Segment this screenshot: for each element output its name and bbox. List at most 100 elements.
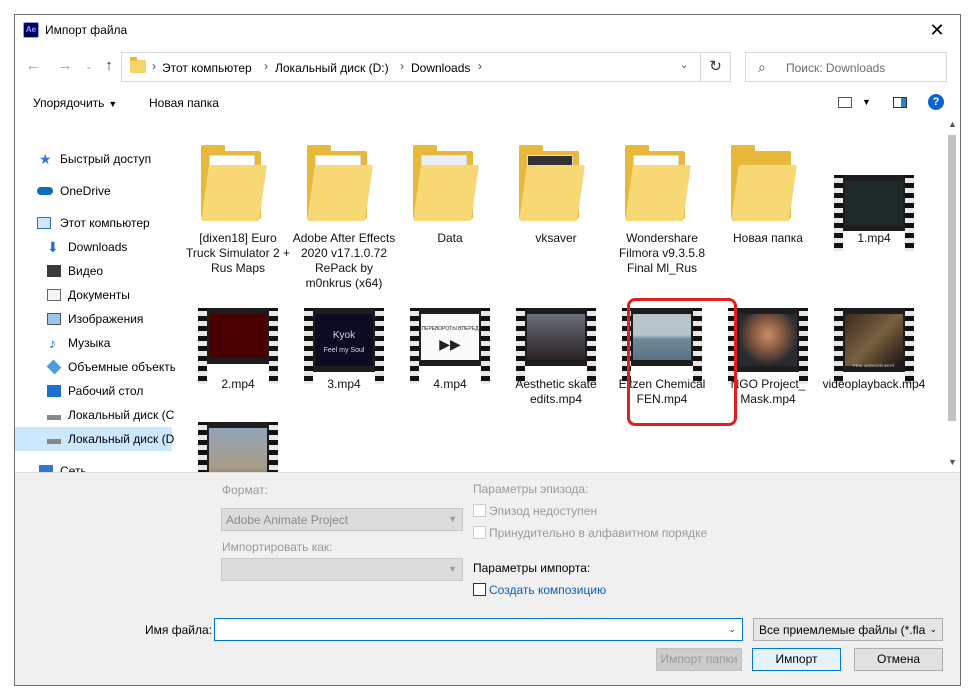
dialog-title: Импорт файла [45,23,128,37]
file-item[interactable]: Data [397,137,503,287]
forward-arrow-icon[interactable]: → [55,57,75,75]
view-mode-icon[interactable] [838,97,852,108]
search-icon: ⌕ [758,59,766,75]
folder-icon [519,143,591,225]
drive-icon [47,415,61,420]
file-item[interactable] [185,417,291,472]
cube-icon [46,359,62,375]
file-item[interactable]: РЕЖ. АЛЕКСЕЙ ФЕНТ videoplayback.mp4 [821,303,927,413]
video-thumbnail: Kyok Feel my Soul [304,308,384,384]
video-thumbnail [198,422,278,472]
filename-input[interactable]: ⌄ [214,618,743,641]
star-icon: ★ [39,151,52,167]
drive-icon [47,439,61,444]
search-placeholder: Поиск: Downloads [786,61,886,75]
breadcrumb-this-pc[interactable]: Этот компьютер [162,61,252,75]
chevron-down-icon: ▼ [448,564,457,574]
up-arrow-icon[interactable]: ↑ [99,57,119,75]
navigation-bar: ← → ⌄ ↑ › Этот компьютер › Локальный дис… [15,45,960,85]
sidebar-item-video[interactable]: Видео [15,259,172,283]
format-select[interactable]: Adobe Animate Project ▼ [221,508,463,531]
preview-pane-icon[interactable] [893,97,907,108]
file-item[interactable]: vksaver [503,137,609,287]
sidebar-item-images[interactable]: Изображения [15,307,172,331]
music-icon: ♪ [49,335,56,351]
scrollbar[interactable]: ▲ ▼ [945,117,960,472]
breadcrumb-downloads[interactable]: Downloads [411,61,470,75]
sidebar-item-onedrive[interactable]: OneDrive [15,179,172,203]
sidebar-item-quick-access[interactable]: ★ Быстрый доступ [15,147,172,171]
episode-unavailable-checkbox[interactable] [473,504,486,517]
file-item[interactable]: ПЕРЕВОРОТЫ ВПЕРЕД ▶▶ 4.mp4 [397,303,503,413]
video-thumbnail [516,308,596,384]
file-item[interactable]: 1.mp4 [821,137,927,287]
import-folder-button[interactable]: Импорт папки [656,648,742,671]
sidebar-item-downloads[interactable]: ⬇ Downloads [15,235,172,259]
episode-unavailable-label: Эпизод недоступен [489,504,598,518]
chevron-right-icon[interactable]: › [264,59,268,73]
folder-icon [731,143,803,225]
chevron-down-icon[interactable]: ⌄ [728,624,736,635]
file-item[interactable]: [dixen18] Euro Truck Simulator 2 + Rus M… [185,137,291,287]
file-item[interactable]: Wondershare Filmora v9.3.5.8 Final Ml_Ru… [609,137,715,287]
file-item[interactable]: 2.mp4 [185,303,291,413]
chevron-down-icon: ▼ [448,514,457,524]
force-alphabetical-label: Принудительно в алфавитном порядке [489,526,708,540]
chevron-right-icon[interactable]: › [400,59,404,73]
close-button[interactable]: ✕ [914,15,960,45]
search-input[interactable]: ⌕ Поиск: Downloads [745,52,947,82]
chevron-up-icon[interactable]: ▲ [948,119,957,129]
image-icon [47,313,61,325]
title-bar: Ae Импорт файла ✕ [15,15,960,45]
video-thumbnail: РЕЖ. АЛЕКСЕЙ ФЕНТ [834,308,914,384]
file-item[interactable]: Adobe After Effects 2020 v17.1.0.72 RePa… [291,137,397,290]
computer-icon [37,217,51,229]
command-bar: Упорядочить ▼ Новая папка ▼ ? [15,87,960,117]
file-type-filter[interactable]: Все приемлемые файлы (*.fla ⌄ [753,618,943,641]
video-icon [47,265,61,277]
chevron-right-icon[interactable]: › [152,59,156,73]
new-folder-button[interactable]: Новая папка [149,96,219,110]
create-composition-label[interactable]: Создать композицию [489,583,606,597]
create-composition-checkbox[interactable] [473,583,486,596]
sidebar-item-drive-c[interactable]: Локальный диск (C [15,403,174,427]
help-icon[interactable]: ? [928,94,944,110]
import-button[interactable]: Импорт [752,648,841,671]
organize-button[interactable]: Упорядочить ▼ [33,96,117,110]
folder-icon [307,143,379,225]
force-alphabetical-checkbox[interactable] [473,526,486,539]
address-bar[interactable]: › Этот компьютер › Локальный диск (D:) ›… [121,52,701,82]
import-as-select[interactable]: ▼ [221,558,463,581]
file-item[interactable]: Kyok Feel my Soul 3.mp4 [291,303,397,413]
import-as-label: Импортировать как: [222,540,333,554]
file-list: [dixen18] Euro Truck Simulator 2 + Rus M… [185,127,945,472]
sidebar-item-drive-d[interactable]: Локальный диск (D [15,427,174,451]
after-effects-icon: Ae [23,22,39,38]
sidebar-item-this-pc[interactable]: Этот компьютер [15,211,172,235]
breadcrumb-drive-d[interactable]: Локальный диск (D:) [275,61,389,75]
refresh-button[interactable]: ↻ [701,52,731,82]
chevron-down-icon[interactable]: ▼ [948,457,957,467]
chevron-right-icon[interactable]: › [478,59,482,73]
video-thumbnail: ПЕРЕВОРОТЫ ВПЕРЕД ▶▶ [410,308,490,384]
cancel-button[interactable]: Отмена [854,648,943,671]
sidebar-item-3d-objects[interactable]: Объемные объекты [15,355,175,379]
file-item[interactable]: Новая папка [715,137,821,287]
sidebar-item-desktop[interactable]: Рабочий стол [15,379,172,403]
video-thumbnail [198,308,278,384]
filename-label: Имя файла: [145,623,212,637]
folder-icon [130,57,146,73]
scrollbar-thumb[interactable] [948,135,956,421]
selection-highlight [627,298,737,426]
fast-forward-icon: ▶▶ [439,336,461,352]
format-label: Формат: [222,483,268,497]
chevron-down-icon[interactable]: ▼ [862,97,871,107]
sidebar-item-music[interactable]: ♪ Музыка [15,331,172,355]
back-arrow-icon[interactable]: ← [23,57,43,75]
file-item[interactable]: Aesthetic skate edits.mp4 [503,303,609,413]
sidebar-item-network[interactable]: Сеть [15,459,172,472]
import-file-dialog: Ae Импорт файла ✕ ← → ⌄ ↑ › Этот компьют… [14,14,961,686]
chevron-down-icon[interactable]: ⌄ [680,60,688,71]
network-icon [39,465,53,472]
sidebar-item-documents[interactable]: Документы [15,283,172,307]
